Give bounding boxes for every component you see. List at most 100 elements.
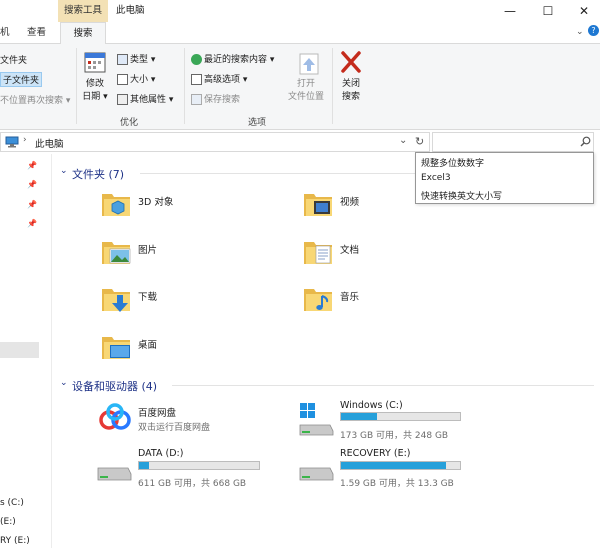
search-icon[interactable] <box>580 136 591 147</box>
location-folder-option[interactable]: 文件夹 <box>0 53 27 66</box>
baidu-netdisk-icon[interactable] <box>98 403 132 433</box>
nav-item-this-pc-selected[interactable] <box>0 342 39 358</box>
help-icon[interactable]: ? <box>588 25 599 36</box>
hard-drive-icon[interactable] <box>96 460 132 484</box>
recent-searches-icon <box>191 54 202 65</box>
close-search-line2: 搜索 <box>341 92 360 102</box>
close-search-line1: 关闭 <box>341 79 360 89</box>
address-dropdown-icon[interactable]: ⌄ <box>399 135 407 146</box>
drive-free-space: 1.59 GB 可用，共 13.3 GB <box>340 479 454 489</box>
drive-usage-fill <box>341 462 446 469</box>
nav-item-drive-c[interactable]: s (C:) <box>0 498 24 508</box>
drive-subtitle: 双击运行百度网盘 <box>138 423 211 433</box>
hard-drive-icon[interactable] <box>298 460 334 484</box>
close-search-button[interactable]: 关闭 搜索 <box>334 78 368 104</box>
open-location-line2: 文件位置 <box>287 92 324 102</box>
suggestion-item[interactable]: 规整多位数数字 <box>421 156 484 169</box>
drive-usage-bar <box>340 412 461 421</box>
tab-computer[interactable]: 机 <box>0 22 10 44</box>
calendar-icon <box>84 50 106 74</box>
size-button[interactable]: 大小 ▾ <box>117 72 155 85</box>
refine-group-label: 优化 <box>120 118 139 128</box>
drive-name[interactable]: Windows (C:) <box>340 400 403 411</box>
suggestion-item[interactable]: Excel3 <box>421 173 451 183</box>
search-tools-context-tab: 搜索工具 <box>58 0 108 22</box>
open-location-line1: 打开 <box>296 79 315 89</box>
chevron-down-icon[interactable]: ⌄ <box>60 378 68 388</box>
folder-label[interactable]: 视频 <box>340 194 359 208</box>
breadcrumb-chevron-icon: › <box>23 135 27 145</box>
ribbon-collapse-icon[interactable]: ⌄ <box>576 27 584 37</box>
drive-usage-bar <box>340 461 461 470</box>
search-again-label: 不位置再次搜索 <box>0 96 64 106</box>
other-properties-button[interactable]: 其他属性 ▾ <box>117 92 173 105</box>
folders-section-title[interactable]: 文件夹 (7) <box>72 166 124 182</box>
tab-search[interactable]: 搜索 <box>60 22 106 45</box>
minimize-button[interactable]: — <box>492 0 528 22</box>
folder-label[interactable]: 桌面 <box>138 337 157 351</box>
3d-objects-folder-icon[interactable] <box>100 188 132 220</box>
documents-folder-icon[interactable] <box>302 236 334 268</box>
options-group-label: 选项 <box>248 118 267 128</box>
close-search-x-icon <box>340 50 362 74</box>
date-modified-button[interactable]: 修改 日期 ▾ <box>79 78 111 104</box>
chevron-down-icon[interactable]: ⌄ <box>60 166 68 176</box>
pin-icon: 📌 <box>27 200 37 209</box>
date-modified-line1: 修改 <box>85 79 104 89</box>
close-window-button[interactable]: ✕ <box>566 0 600 22</box>
pin-icon: 📌 <box>27 180 37 189</box>
windows-drive-icon[interactable] <box>298 403 334 437</box>
kind-icon <box>117 54 128 65</box>
search-suggestions-dropdown: 规整多位数数字 Excel3 快速转换英文大小写 <box>415 152 594 204</box>
refresh-icon[interactable]: ↻ <box>415 135 424 148</box>
drive-free-space: 173 GB 可用，共 248 GB <box>340 431 449 441</box>
breadcrumb-this-pc[interactable]: 此电脑 <box>35 136 64 150</box>
nav-item-recovery[interactable]: RY (E:) <box>0 536 30 546</box>
location-search-again-option: 不位置再次搜索 ▾ <box>0 96 71 106</box>
window-title: 此电脑 <box>116 5 145 16</box>
suggestion-item[interactable]: 快速转换英文大小写 <box>421 189 502 202</box>
maximize-button[interactable]: ☐ <box>530 0 566 22</box>
pictures-folder-icon[interactable] <box>100 236 132 268</box>
drive-usage-fill <box>341 413 377 420</box>
section-divider <box>172 385 594 386</box>
search-input[interactable] <box>432 132 594 152</box>
ribbon-separator <box>76 48 77 124</box>
drive-usage-bar <box>138 461 260 470</box>
computer-icon <box>5 136 19 148</box>
save-icon <box>191 94 202 105</box>
advanced-options-icon <box>191 74 202 85</box>
folder-label[interactable]: 图片 <box>138 242 157 256</box>
drive-usage-fill <box>139 462 150 469</box>
ribbon-separator <box>332 48 333 124</box>
save-search-button[interactable]: 保存搜索 <box>191 92 240 105</box>
tab-view[interactable]: 查看 <box>27 22 46 44</box>
folder-label[interactable]: 文档 <box>340 242 359 256</box>
size-icon <box>117 74 128 85</box>
music-folder-icon[interactable] <box>302 283 334 315</box>
open-location-icon <box>298 52 320 76</box>
drive-free-space: 611 GB 可用，共 668 GB <box>138 479 247 489</box>
videos-folder-icon[interactable] <box>302 188 334 220</box>
recent-searches-button[interactable]: 最近的搜索内容 ▾ <box>191 52 274 65</box>
advanced-options-button[interactable]: 高级选项 ▾ <box>191 72 247 85</box>
properties-icon <box>117 94 128 105</box>
downloads-folder-icon[interactable] <box>100 283 132 315</box>
nav-item-drive-e[interactable]: (E:) <box>0 517 16 527</box>
drive-name[interactable]: RECOVERY (E:) <box>340 448 410 459</box>
drive-name[interactable]: 百度网盘 <box>138 405 176 419</box>
folder-label[interactable]: 3D 对象 <box>138 194 173 208</box>
pin-icon: 📌 <box>27 219 37 228</box>
drive-name[interactable]: DATA (D:) <box>138 448 183 459</box>
location-subfolders-option[interactable]: 子文件夹 <box>0 72 43 87</box>
address-bar[interactable]: › 此电脑 ⌄ ↻ <box>0 132 430 152</box>
open-file-location-button[interactable]: 打开 文件位置 <box>284 78 328 104</box>
date-modified-line2: 日期 ▾ <box>82 92 108 102</box>
desktop-folder-icon[interactable] <box>100 331 132 363</box>
folder-label[interactable]: 下载 <box>138 289 157 303</box>
ribbon-separator <box>184 48 185 124</box>
folder-label[interactable]: 音乐 <box>340 289 359 303</box>
kind-button[interactable]: 类型 ▾ <box>117 52 155 65</box>
drives-section-title[interactable]: 设备和驱动器 (4) <box>72 378 157 394</box>
pin-icon: 📌 <box>27 161 37 170</box>
